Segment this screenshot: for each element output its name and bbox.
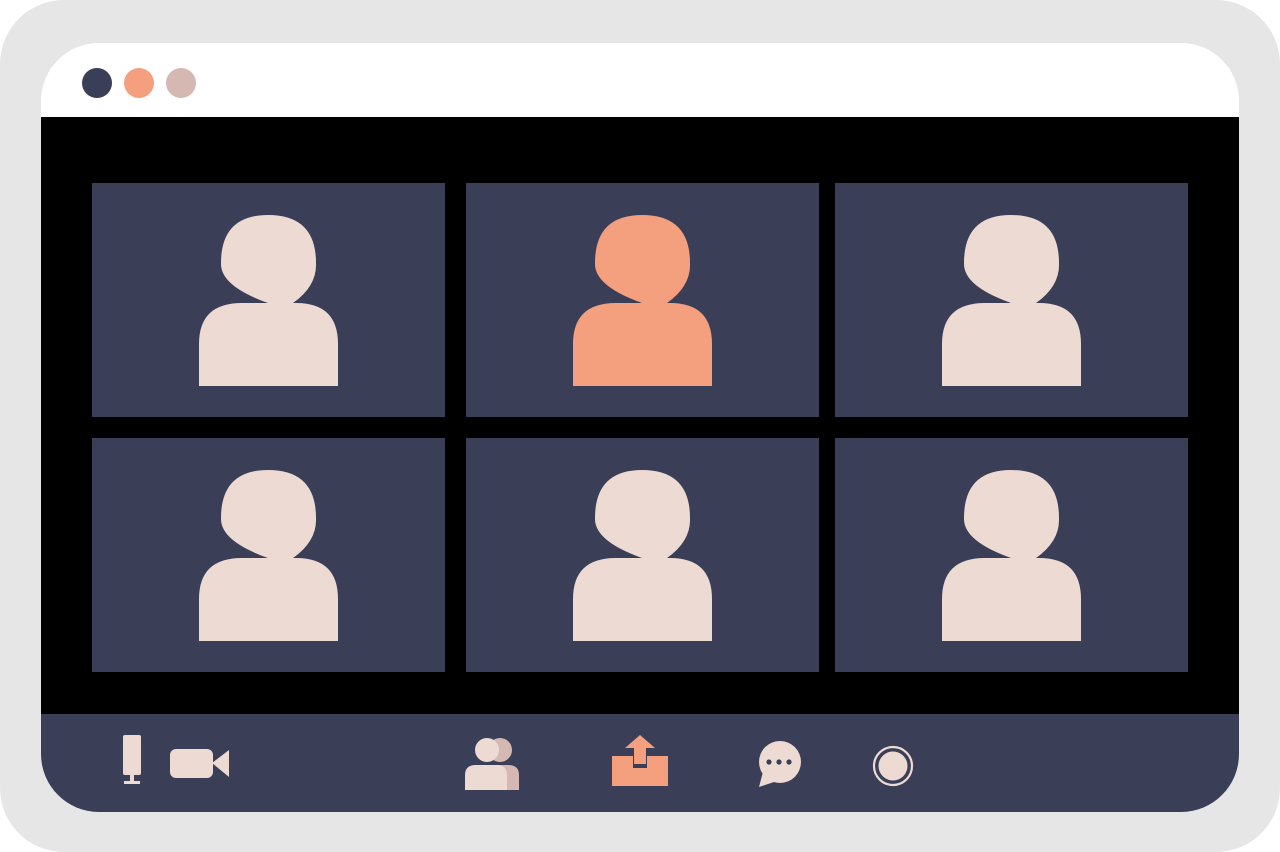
person-icon: [199, 215, 338, 386]
share-screen-icon: [612, 735, 668, 786]
call-toolbar: [41, 714, 1239, 812]
record-icon: [872, 745, 914, 787]
device-frame: [0, 0, 1280, 852]
participant-tile-6[interactable]: [835, 438, 1188, 672]
camera-button[interactable]: [169, 746, 231, 780]
participant-tile-5[interactable]: [466, 438, 819, 672]
title-bar: [41, 43, 1239, 117]
participant-tile-4[interactable]: [92, 438, 445, 672]
participant-tile-3[interactable]: [835, 183, 1188, 417]
participant-tile-1[interactable]: [92, 183, 445, 417]
window-dot-orange[interactable]: [124, 68, 154, 98]
participants-icon: [465, 738, 519, 790]
record-button[interactable]: [872, 745, 914, 787]
microphone-button[interactable]: [119, 734, 145, 786]
video-call-window: [41, 43, 1239, 812]
chat-button[interactable]: [755, 740, 803, 788]
person-icon: [199, 470, 338, 641]
window-dot-pink[interactable]: [166, 68, 196, 98]
person-icon: [573, 215, 712, 386]
person-icon: [942, 470, 1081, 641]
participant-tile-2[interactable]: [466, 183, 819, 417]
share-screen-button[interactable]: [611, 734, 669, 788]
video-camera-icon: [170, 749, 229, 778]
participants-button[interactable]: [463, 736, 521, 792]
person-icon: [942, 215, 1081, 386]
participant-grid: [41, 117, 1239, 714]
chat-icon: [759, 741, 801, 787]
person-icon: [573, 470, 712, 641]
window-dot-dark[interactable]: [82, 68, 112, 98]
microphone-icon: [123, 735, 141, 784]
